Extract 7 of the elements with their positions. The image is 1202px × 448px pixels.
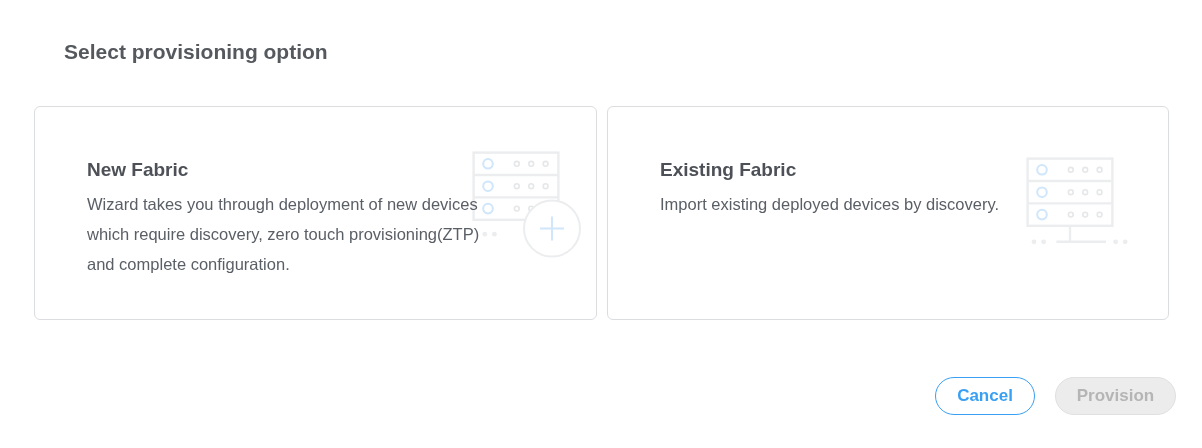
dialog-title: Select provisioning option: [63, 39, 329, 65]
option-card[interactable]: New Fabric Wizard takes you through deployment of new devices which require discovery, zero touch provisioning(ZTP) and complete configuration.: [34, 106, 597, 320]
option-title: Existing Fabric: [660, 159, 798, 181]
option-description: Import existing deployed devices by discovery.: [660, 194, 1001, 215]
option-title: New Fabric: [87, 159, 190, 181]
option-description: Wizard takes you through deployment of new devices which require discovery, zero touch provisioning(ZTP) and complete configuration.: [87, 194, 481, 275]
option-card[interactable]: Existing Fabric Import existing deployed devices by discovery.: [607, 106, 1169, 320]
